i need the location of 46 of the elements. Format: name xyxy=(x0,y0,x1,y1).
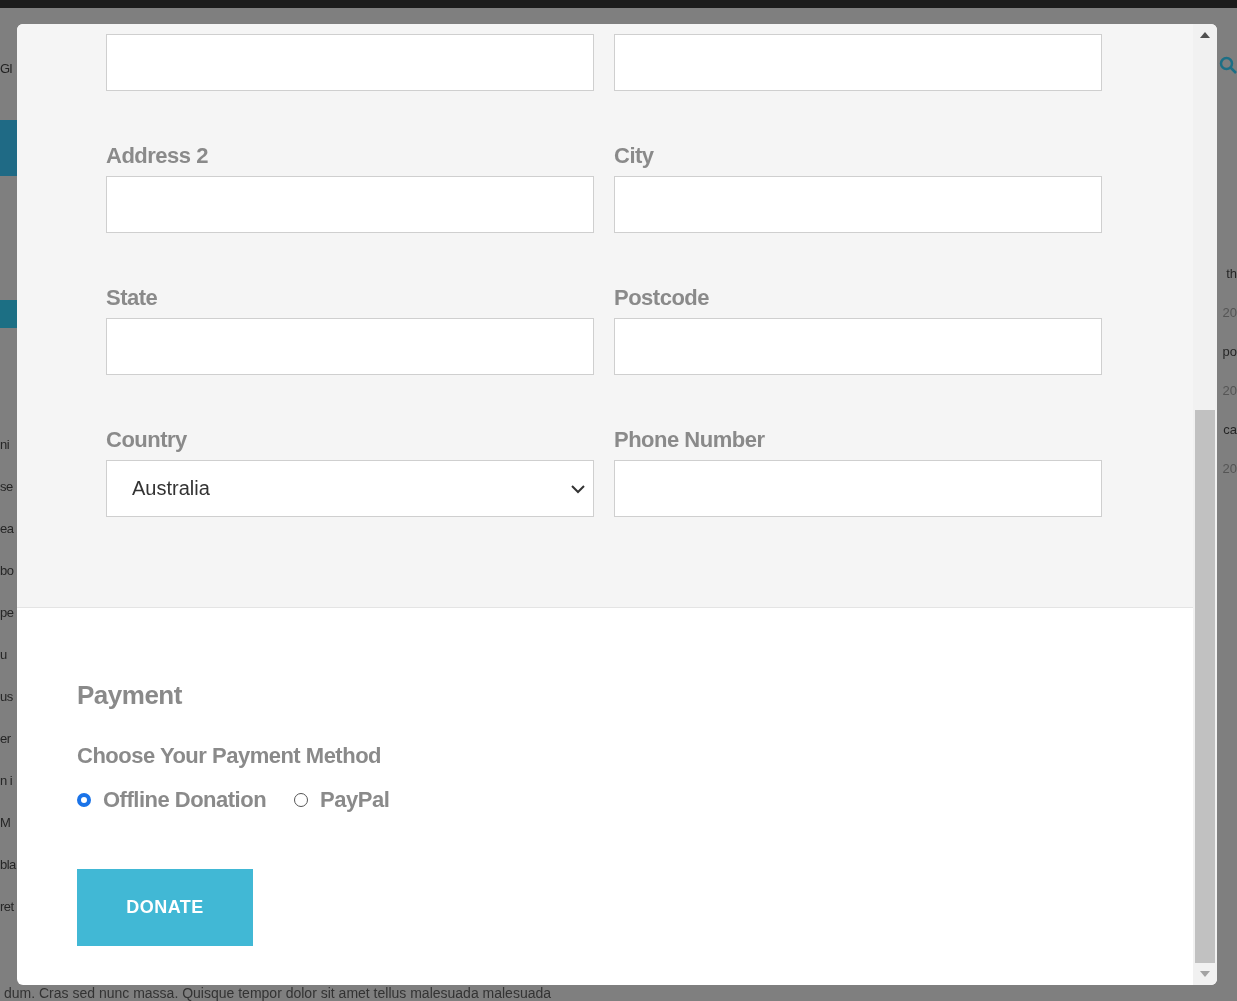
field-label: State xyxy=(106,284,159,312)
body-text: er xyxy=(0,730,12,748)
post-title: po xyxy=(1222,343,1237,361)
input-field[interactable] xyxy=(614,460,1102,517)
body-text: u xyxy=(0,646,8,664)
input-field[interactable] xyxy=(106,318,594,375)
donate-button[interactable]: DONATE xyxy=(77,869,253,946)
nav-bar xyxy=(0,300,17,328)
body-text: M xyxy=(0,814,12,832)
logo-text: Gl xyxy=(0,60,13,78)
radio-label[interactable]: Offline Donation xyxy=(103,787,267,813)
input-field[interactable] xyxy=(106,176,594,233)
country-select[interactable]: Australia xyxy=(106,460,594,517)
post-title: ca xyxy=(1223,421,1237,439)
body-text: ea xyxy=(0,520,15,538)
field-label: City xyxy=(614,142,655,170)
body-text: se xyxy=(0,478,14,496)
scroll-down-icon[interactable] xyxy=(1200,971,1210,977)
input-field[interactable] xyxy=(614,34,1102,91)
body-text: dum. Cras sed nunc massa. Quisque tempor dolor sit amet tellus malesuada malesuada xyxy=(3,985,553,1001)
body-text: ret xyxy=(0,898,15,916)
field-label: Phone Number xyxy=(614,426,766,454)
body-text: us xyxy=(0,688,14,706)
banner-strip xyxy=(0,120,17,176)
body-text: n i xyxy=(0,772,14,790)
radio-button[interactable] xyxy=(77,793,91,807)
radio-label[interactable]: PayPal xyxy=(320,787,390,813)
body-text: pe xyxy=(0,604,15,622)
post-title: th xyxy=(1226,265,1237,283)
field-label: Postcode xyxy=(614,284,711,312)
radio-button[interactable] xyxy=(294,793,309,807)
section-subtitle: Choose Your Payment Method xyxy=(77,743,381,769)
body-text: ni xyxy=(0,436,11,454)
input-field[interactable] xyxy=(614,318,1102,375)
field-label: Address 2 xyxy=(106,142,209,170)
field-label: Country xyxy=(106,426,188,454)
scrollbar[interactable] xyxy=(1193,24,1217,985)
body-text: bo xyxy=(0,562,15,580)
input-field[interactable] xyxy=(614,176,1102,233)
input-field[interactable] xyxy=(106,34,594,91)
body-text: bla xyxy=(0,856,17,874)
scroll-thumb[interactable] xyxy=(1195,410,1215,963)
scroll-up-icon[interactable] xyxy=(1200,32,1210,38)
section-title: Payment xyxy=(77,680,182,711)
search-icon[interactable] xyxy=(1219,56,1237,74)
chevron-down-icon xyxy=(571,483,585,494)
